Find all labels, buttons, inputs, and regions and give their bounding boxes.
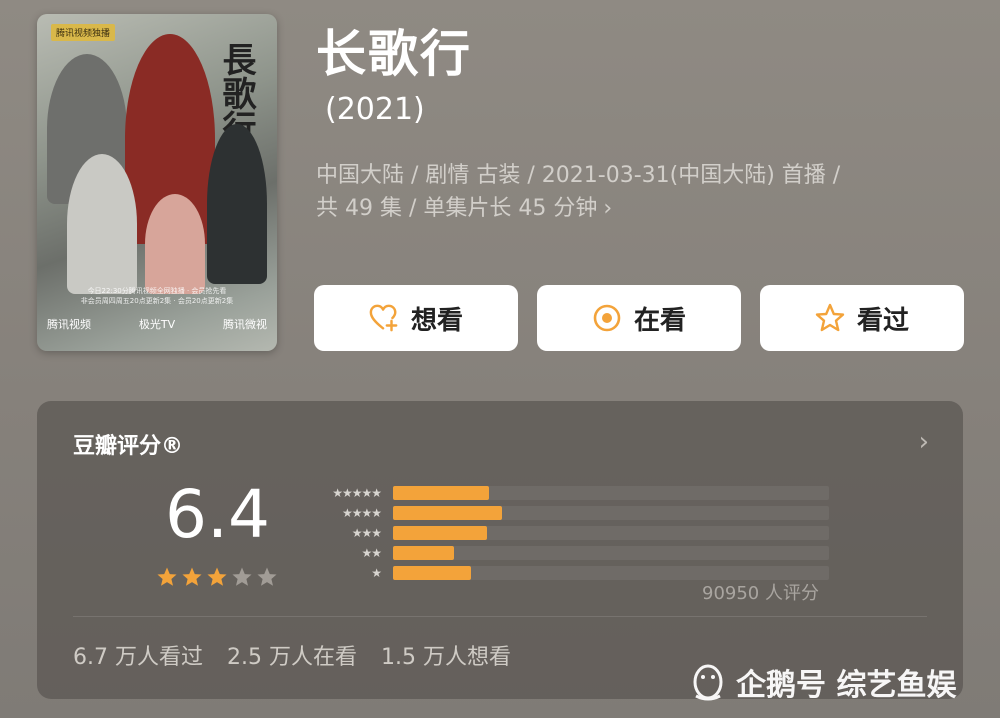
distribution-star-label: ★★ bbox=[361, 546, 382, 560]
watched-count[interactable]: 6.7 万人看过 bbox=[73, 639, 203, 671]
rating-star-icon bbox=[232, 567, 252, 586]
watching-button[interactable]: 在看 bbox=[537, 285, 741, 351]
distribution-bar bbox=[393, 506, 502, 520]
poster-figure bbox=[207, 124, 267, 284]
distribution-row: ★★★ bbox=[307, 523, 847, 543]
tencent-weishi-logo: 腾讯微视 bbox=[223, 318, 267, 331]
watermark: 企鹅号 综艺鱼娱 bbox=[690, 660, 956, 704]
distribution-track bbox=[393, 526, 829, 540]
show-meta[interactable]: 中国大陆 / 剧情 古装 / 2021-03-31(中国大陆) 首播 / 共 4… bbox=[316, 159, 976, 225]
watching-label: 在看 bbox=[633, 305, 686, 336]
distribution-track bbox=[393, 566, 829, 580]
distribution-track bbox=[393, 546, 829, 560]
distribution-star-label: ★ bbox=[371, 566, 382, 580]
penguin-icon bbox=[693, 664, 723, 701]
rating-count: 90950 人评分 bbox=[702, 583, 819, 604]
poster-figure bbox=[145, 194, 205, 294]
audience-stats: 6.7 万人看过 2.5 万人在看 1.5 万人想看 bbox=[73, 639, 511, 671]
watched-button[interactable]: 看过 bbox=[760, 285, 964, 351]
heart-plus-icon bbox=[369, 303, 399, 333]
poster-logos: 腾讯视频 极光TV 腾讯微视 bbox=[47, 316, 267, 332]
rating-card[interactable]: 豆瓣评分® › 6.4 ★★★★★ ★★★★ ★★★ ★★ ★ 90950 人评分 6.… bbox=[37, 401, 963, 699]
target-icon bbox=[592, 303, 622, 333]
page-title: 长歌行 bbox=[316, 25, 472, 83]
meta-line-2: 共 49 集 / 单集片长 45 分钟 › bbox=[316, 196, 613, 221]
watching-count[interactable]: 2.5 万人在看 bbox=[227, 639, 357, 671]
distribution-row: ★★★★ bbox=[307, 503, 847, 523]
distribution-bar bbox=[393, 486, 489, 500]
want-label: 想看 bbox=[410, 305, 463, 336]
distribution-track bbox=[393, 486, 829, 500]
poster-image[interactable]: 腾讯视频独播 長歌行 今日22:30分腾讯视频全网独播 · 会员抢先看 非会员周… bbox=[37, 14, 277, 351]
release-year: (2021) bbox=[325, 92, 425, 127]
rating-star-icon bbox=[207, 567, 227, 586]
chevron-right-icon[interactable]: › bbox=[919, 427, 929, 457]
want-to-watch-button[interactable]: 想看 bbox=[314, 285, 518, 351]
rating-star-icon bbox=[157, 567, 177, 586]
distribution-bar bbox=[393, 526, 487, 540]
watched-label: 看过 bbox=[856, 305, 909, 336]
rating-title: 豆瓣评分® bbox=[73, 434, 184, 459]
star-icon bbox=[815, 303, 845, 333]
tencent-video-logo: 腾讯视频 bbox=[47, 318, 91, 331]
distribution-star-label: ★★★★★ bbox=[332, 486, 382, 500]
jiguang-tv-logo: 极光TV bbox=[138, 318, 176, 331]
distribution-bar bbox=[393, 566, 472, 580]
poster-caption: 今日22:30分腾讯视频全网独播 · 会员抢先看 非会员周四周五20点更新2集 … bbox=[80, 287, 234, 305]
distribution-bar bbox=[393, 546, 455, 560]
distribution-star-label: ★★★ bbox=[351, 526, 382, 540]
rating-score: 6.4 bbox=[165, 476, 270, 553]
distribution-track bbox=[393, 506, 829, 520]
divider bbox=[73, 616, 927, 617]
rating-star-icon bbox=[182, 567, 202, 586]
chevron-right-icon: › bbox=[603, 196, 613, 221]
rating-stars bbox=[156, 566, 278, 588]
distribution-star-label: ★★★★ bbox=[341, 506, 382, 520]
poster-badge: 腾讯视频独播 bbox=[51, 24, 116, 41]
rating-distribution: ★★★★★ ★★★★ ★★★ ★★ ★ bbox=[307, 483, 847, 583]
distribution-row: ★★★★★ bbox=[307, 483, 847, 503]
distribution-row: ★★ bbox=[307, 543, 847, 563]
want-count[interactable]: 1.5 万人想看 bbox=[381, 639, 511, 671]
rating-star-icon bbox=[257, 567, 277, 586]
poster-figure bbox=[67, 154, 137, 294]
meta-line-1: 中国大陆 / 剧情 古装 / 2021-03-31(中国大陆) 首播 / bbox=[316, 163, 841, 188]
